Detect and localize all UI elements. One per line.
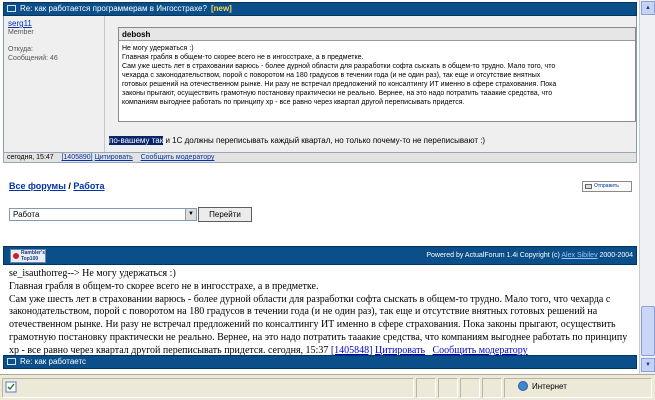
breadcrumb-current[interactable]: Работа [73,181,104,191]
globe-icon [518,381,528,391]
powered-author-link[interactable]: Alex Sibilev [561,252,597,259]
author-role: Member [8,29,34,36]
raw-paragraph-text: Сам уже шесть лет в страховании варюсь -… [9,293,628,356]
forum-select-value: Работа [13,210,40,219]
new-badge: [new] [210,4,232,13]
raw-line: Главная грабля в общем-то скорее всего н… [9,280,319,292]
status-segment [438,378,458,398]
quote-line: чехарда с законодательством, порой с пов… [122,72,541,79]
scroll-down-arrow-icon[interactable]: ▼ [641,358,655,372]
quote-box: debosh Не могу удержаться :) Главная гра… [118,27,636,122]
powered-by-text: Powered by ActualForum 1.4i Copyright (c… [426,252,633,259]
bottom-title: Re: как работаетс [20,357,87,366]
quote-line: Главная грабля в общем-то скорее всего н… [122,54,364,61]
quote-line: компаниям выгоднее работать по принципу … [122,99,465,106]
rambler-counter[interactable]: Rambler's Top100 [10,249,46,263]
send-label: Отправить [594,183,619,189]
raw-post-text: se_isauthorreg--> Не могу удержаться :) … [9,268,637,358]
go-button[interactable]: Перейти [198,207,252,222]
breadcrumb-all-forums[interactable]: Все форумы [9,181,66,191]
status-segment [416,378,436,398]
post-divider [104,16,105,152]
post-time: сегодня, 15:47 [7,154,54,161]
reply-text: по-вашему так и 1С должны переписывать к… [109,136,637,145]
forum-post: serg11 Member Откуда: Сообщений: 46 debo… [3,16,637,152]
breadcrumb: Все форумы / Работа [9,181,105,191]
message-icon [7,5,16,12]
quote-line: готовых решений на отечественном рынке. … [122,81,557,88]
post-author-panel: serg11 Member Откуда: Сообщений: 46 [8,19,98,63]
powered-pre: Powered by ActualForum 1.4i Copyright (c… [426,252,562,259]
chevron-down-icon[interactable]: ▼ [185,209,196,220]
report-moderator-link[interactable]: Сообщить модератору [141,154,215,161]
author-meta: Откуда: Сообщений: 46 [8,45,98,63]
author-name-link[interactable]: serg11 [8,19,98,28]
thread-title: Re: как работается программерам в Ингосс… [20,4,207,13]
quote-author: debosh [119,28,635,41]
printer-icon [585,184,592,189]
quote-link[interactable]: Цитировать [95,154,133,161]
forum-select[interactable]: Работа ▼ [9,208,197,221]
post-footer: сегодня, 15:47 [1405890] Цитировать Сооб… [3,152,637,163]
rambler-icon [13,253,19,259]
bottom-title-bar: Re: как работаетс [3,355,637,369]
author-messages: Сообщений: 46 [8,55,58,62]
quote-line: Не могу удержаться :) [122,45,194,52]
quote-line: законы прыгают, осуществить грамотную по… [122,90,553,97]
status-segment [460,378,480,398]
internet-zone: Интернет [518,381,567,393]
send-button[interactable]: Отправить [582,181,632,192]
raw-paragraph: Сам уже шесть лет в страховании варюсь -… [9,294,637,358]
rambler-text: Rambler's Top100 [21,250,45,262]
selected-text[interactable]: по-вашему так [109,136,164,145]
scroll-up-arrow-icon[interactable]: ▲ [641,1,655,15]
reply-rest: и 1С должны переписывать каждый квартал,… [163,136,486,145]
post-id-link[interactable]: [1405890] [61,154,92,161]
page-done-icon [5,381,17,393]
vertical-scrollbar[interactable]: ▲ ▼ [639,0,655,374]
thread-title-bar: Re: как работается программерам в Ингосс… [3,2,637,16]
message-icon [7,358,16,365]
zone-label: Интернет [532,382,567,391]
quote-line: Сам уже шесть лет в страховании варюсь -… [122,63,556,70]
raw-line: se_isauthorreg--> Не могу удержаться :) [9,268,176,279]
rambler-label-2: Top100 [21,256,39,262]
scroll-thumb[interactable] [641,306,655,356]
powered-bar: Rambler's Top100 Powered by ActualForum 1… [3,246,637,265]
browser-status-bar: Интернет [0,374,655,400]
status-segment [482,378,502,398]
quote-body: Не могу удержаться :) Главная грабля в о… [119,41,635,107]
status-segment-main [2,378,414,398]
powered-post: 2000-2004 [597,252,633,259]
author-from: Откуда: [8,46,33,53]
